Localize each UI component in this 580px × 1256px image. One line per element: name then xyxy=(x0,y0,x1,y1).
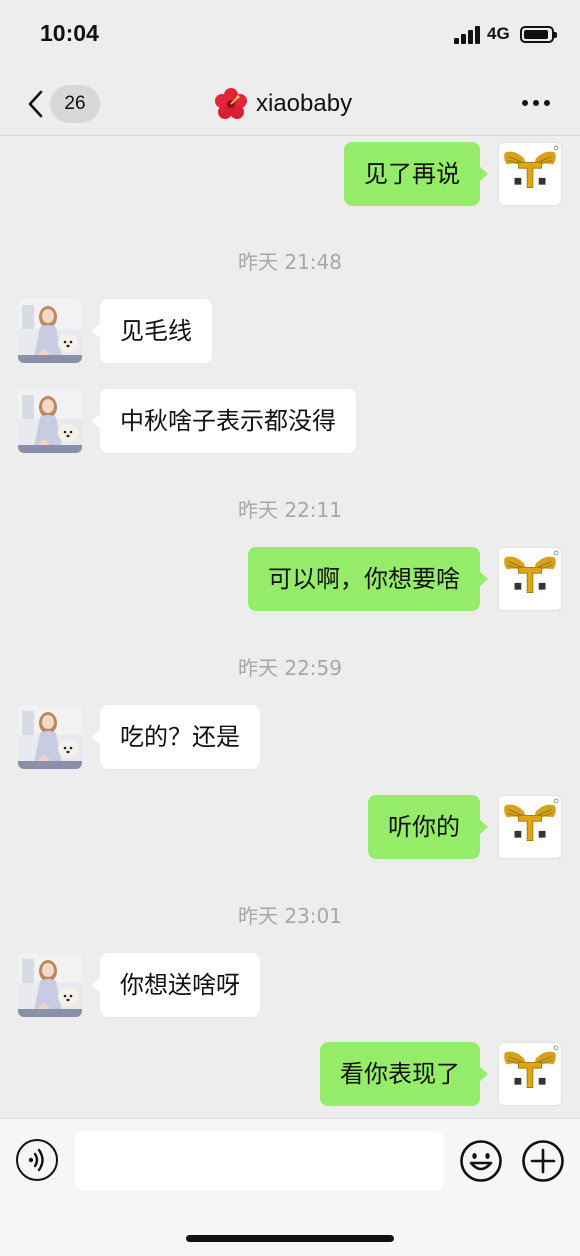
home-indicator[interactable] xyxy=(186,1235,394,1242)
my-avatar[interactable] xyxy=(498,795,562,859)
composer-bar xyxy=(0,1118,580,1256)
message-timestamp: 昨天 23:01 xyxy=(238,904,342,928)
my-avatar[interactable] xyxy=(498,1042,562,1106)
chat-header: 26 xiaobaby xyxy=(0,68,580,136)
voice-input-button[interactable] xyxy=(16,1139,58,1181)
smiley-icon xyxy=(460,1140,502,1182)
status-time: 10:04 xyxy=(40,20,99,46)
my-avatar[interactable] xyxy=(498,142,562,206)
contact-avatar[interactable] xyxy=(18,953,82,1017)
contact-avatar[interactable] xyxy=(18,705,82,769)
chat-title: xiaobaby xyxy=(214,86,352,122)
more-dot-icon xyxy=(544,100,550,106)
sent-message-bubble[interactable]: 可以啊，你想要啥 xyxy=(248,547,488,611)
message-timestamp: 昨天 22:59 xyxy=(238,656,342,680)
contact-avatar[interactable] xyxy=(18,389,82,453)
status-bar: 10:04 4G xyxy=(0,0,580,68)
sent-message-bubble[interactable]: 见了再说 xyxy=(344,142,488,206)
hibiscus-icon xyxy=(215,88,247,119)
network-type: 4G xyxy=(487,24,510,43)
my-avatar[interactable] xyxy=(498,547,562,611)
more-actions-button[interactable] xyxy=(521,1139,565,1183)
received-message-bubble[interactable]: 见毛线 xyxy=(92,299,212,363)
contact-avatar[interactable] xyxy=(18,299,82,363)
battery-icon xyxy=(520,26,557,43)
signal-icon xyxy=(454,26,482,44)
sent-message-bubble[interactable]: 看你表现了 xyxy=(320,1042,488,1106)
more-options-button[interactable] xyxy=(518,96,554,112)
more-dot-icon xyxy=(533,100,539,106)
voice-icon xyxy=(28,1148,44,1172)
chevron-left-icon xyxy=(28,90,43,118)
back-button[interactable]: 26 xyxy=(20,84,102,124)
received-message-bubble[interactable]: 中秋啥子表示都没得 xyxy=(92,389,356,453)
received-message-bubble[interactable]: 吃的？还是 xyxy=(92,705,260,769)
message-timestamp: 昨天 22:11 xyxy=(238,498,342,522)
sent-message-bubble[interactable]: 听你的 xyxy=(368,795,488,859)
message-input[interactable] xyxy=(75,1131,444,1191)
emoji-button[interactable] xyxy=(459,1139,503,1183)
chat-name: xiaobaby xyxy=(256,90,353,117)
unread-count-badge: 26 xyxy=(50,85,100,123)
received-message-bubble[interactable]: 你想送啥呀 xyxy=(92,953,260,1017)
more-dot-icon xyxy=(522,100,528,106)
plus-icon xyxy=(522,1140,564,1182)
message-timestamp: 昨天 21:48 xyxy=(238,250,342,274)
